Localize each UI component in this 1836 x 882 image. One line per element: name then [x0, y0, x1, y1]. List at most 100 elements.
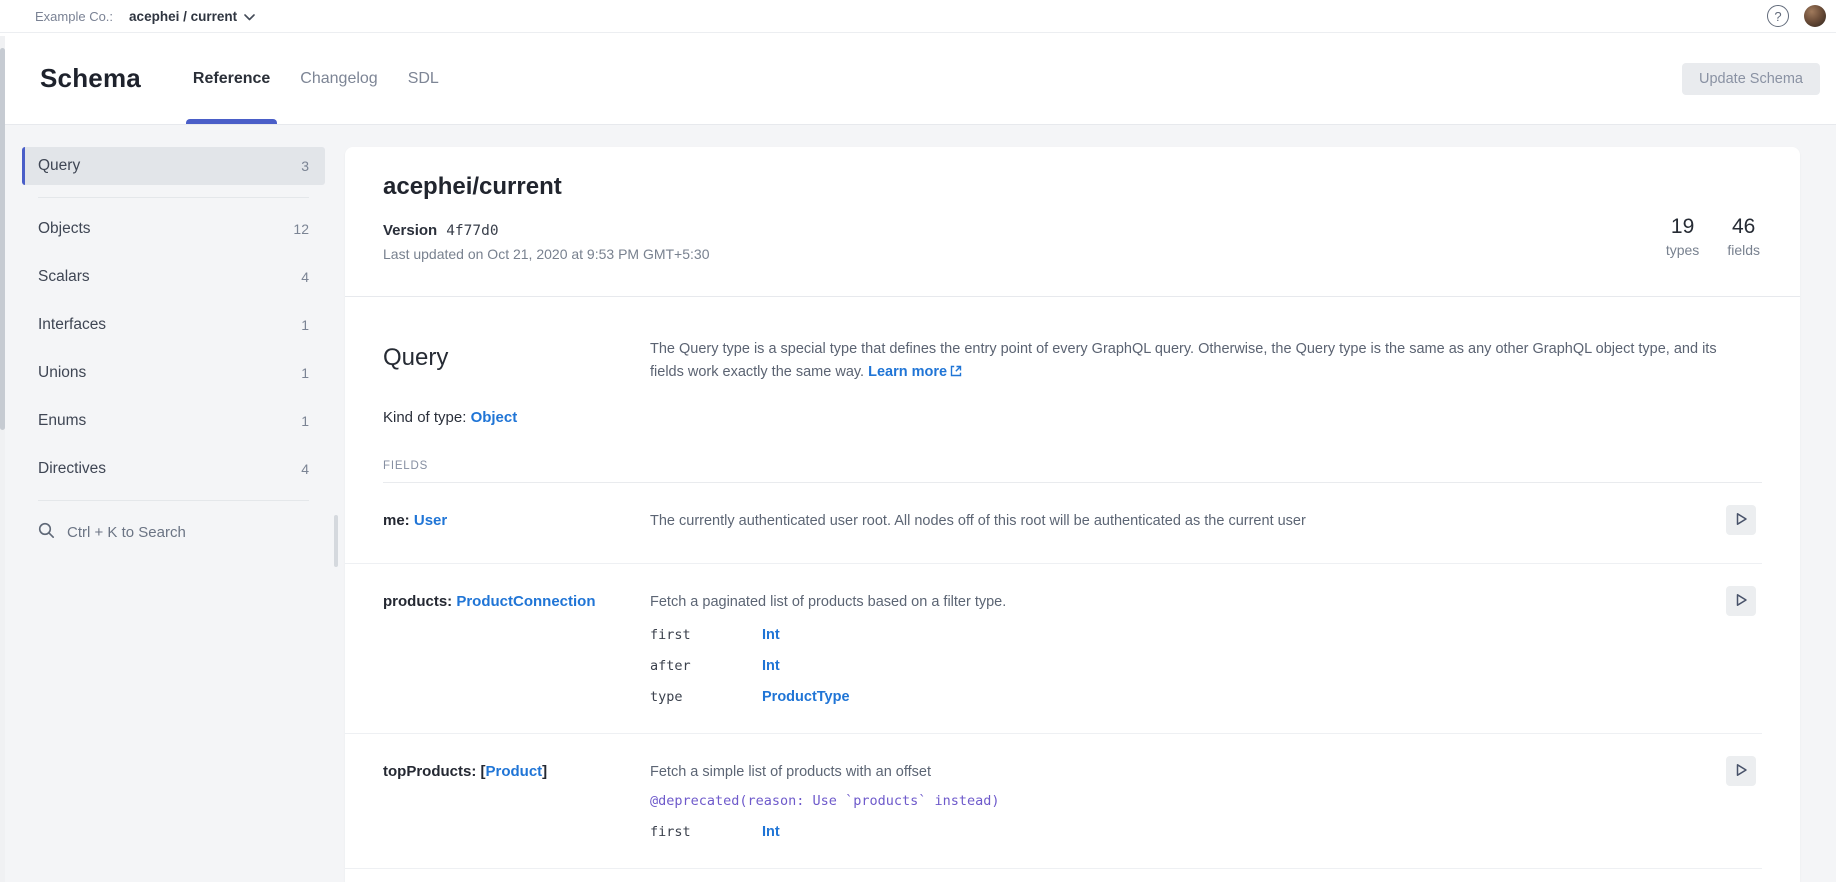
sidebar-item-scalars[interactable]: Scalars 4	[22, 258, 325, 296]
stat-fields: 46 fields	[1727, 215, 1760, 258]
stat-fields-value: 46	[1727, 215, 1760, 239]
schema-reference-panel: acephei/current Version 4f77d0 Last upda…	[345, 147, 1800, 882]
field-signature: me: User	[383, 511, 650, 531]
argument-row: first Int	[650, 824, 1706, 840]
field-row-topproducts: topProducts: [Product] Fetch a simple li…	[345, 734, 1762, 869]
sidebar-item-count: 3	[301, 158, 309, 174]
sidebar-item-directives[interactable]: Directives 4	[22, 450, 325, 488]
page-header: Schema Reference Changelog SDL Update Sc…	[0, 33, 1836, 125]
play-icon	[1733, 762, 1749, 781]
tab-sdl[interactable]: SDL	[408, 33, 439, 124]
sidebar-divider	[38, 197, 309, 198]
play-icon	[1733, 511, 1749, 530]
type-description-text: The Query type is a special type that de…	[650, 341, 1717, 380]
sidebar-item-interfaces[interactable]: Interfaces 1	[22, 306, 325, 344]
tab-reference-label: Reference	[193, 70, 270, 88]
content-area: Query 3 Objects 12 Scalars 4 Interfaces …	[0, 125, 1836, 882]
sidebar-item-unions[interactable]: Unions 1	[22, 354, 325, 392]
page-title: Schema	[40, 63, 141, 94]
field-name: topProducts:	[383, 763, 476, 780]
stat-fields-label: fields	[1727, 242, 1760, 258]
argument-type-link[interactable]: ProductType	[762, 689, 850, 705]
field-name: me:	[383, 512, 410, 529]
field-detail-column: Fetch a simple list of products with an …	[650, 762, 1706, 840]
update-schema-button[interactable]: Update Schema	[1682, 63, 1820, 95]
sidebar-item-label: Interfaces	[38, 316, 106, 334]
argument-row: type ProductType	[650, 689, 1706, 705]
sidebar-item-label: Directives	[38, 460, 106, 478]
sidebar-scrollbar-thumb[interactable]	[334, 515, 338, 567]
sidebar-item-query[interactable]: Query 3	[22, 147, 325, 185]
sidebar-item-count: 1	[301, 365, 309, 381]
schema-stats: 19 types 46 fields	[1666, 215, 1760, 258]
external-link-icon	[950, 362, 962, 385]
sidebar-item-count: 4	[301, 269, 309, 285]
help-icon[interactable]: ?	[1767, 5, 1789, 27]
chevron-down-icon	[244, 9, 255, 24]
sidebar-item-count: 12	[293, 221, 309, 237]
window-scrollbar-thumb[interactable]	[0, 48, 5, 430]
run-in-explorer-button[interactable]	[1726, 586, 1756, 616]
window-scrollbar-track[interactable]	[0, 36, 5, 882]
argument-name: after	[650, 658, 762, 674]
run-in-explorer-button[interactable]	[1726, 756, 1756, 786]
help-glyph: ?	[1774, 9, 1781, 24]
org-label: Example Co.:	[35, 9, 113, 24]
argument-name: first	[650, 627, 762, 643]
stat-types-label: types	[1666, 242, 1699, 258]
last-updated-text: Last updated on Oct 21, 2020 at 9:53 PM …	[383, 246, 1762, 262]
kind-of-type-row: Kind of type: Object	[345, 409, 1800, 426]
field-type-link[interactable]: User	[414, 512, 447, 529]
sidebar-item-label: Enums	[38, 412, 86, 430]
fields-section-label: FIELDS	[345, 460, 1800, 472]
sidebar-item-label: Query	[38, 157, 80, 175]
graph-title: acephei/current	[383, 173, 1762, 201]
graph-version-header: acephei/current Version 4f77d0 Last upda…	[345, 147, 1800, 297]
field-detail-column: Fetch a paginated list of products based…	[650, 592, 1706, 705]
argument-type-link[interactable]: Int	[762, 627, 780, 643]
kind-label: Kind of type:	[383, 409, 466, 426]
search-icon	[38, 522, 55, 543]
graph-selector-dropdown[interactable]: acephei / current	[129, 9, 255, 24]
run-in-explorer-button[interactable]	[1726, 505, 1756, 535]
argument-row: first Int	[650, 627, 1706, 643]
tab-reference[interactable]: Reference	[193, 33, 270, 124]
version-hash: 4f77d0	[446, 223, 498, 239]
sidebar-item-enums[interactable]: Enums 1	[22, 402, 325, 440]
sidebar-item-count: 1	[301, 413, 309, 429]
deprecated-directive: @deprecated(reason: Use `products` inste…	[650, 793, 1706, 809]
tab-bar: Reference Changelog SDL	[193, 33, 439, 124]
learn-more-label: Learn more	[868, 364, 947, 380]
type-summary-row: Query The Query type is a special type t…	[345, 297, 1800, 385]
field-signature: products: ProductConnection	[383, 592, 650, 612]
play-icon	[1733, 592, 1749, 611]
field-type-link[interactable]: Product	[486, 763, 543, 780]
field-description: Fetch a simple list of products with an …	[650, 762, 1706, 782]
tab-sdl-label: SDL	[408, 70, 439, 88]
schema-type-sidebar: Query 3 Objects 12 Scalars 4 Interfaces …	[22, 147, 325, 551]
sidebar-item-label: Objects	[38, 220, 91, 238]
stat-types-value: 19	[1666, 215, 1699, 239]
field-row-me: me: User The currently authenticated use…	[345, 483, 1762, 564]
graph-selector-label: acephei / current	[129, 9, 237, 24]
argument-type-link[interactable]: Int	[762, 824, 780, 840]
field-type-link[interactable]: ProductConnection	[456, 593, 595, 610]
top-bar: Example Co.: acephei / current ?	[0, 0, 1836, 33]
learn-more-link[interactable]: Learn more	[868, 364, 962, 380]
search-hint-label: Ctrl + K to Search	[67, 524, 186, 541]
type-name: Query	[383, 343, 650, 373]
field-signature: topProducts: [Product]	[383, 762, 650, 782]
argument-row: after Int	[650, 658, 1706, 674]
user-avatar[interactable]	[1804, 5, 1826, 27]
tab-changelog[interactable]: Changelog	[300, 33, 377, 124]
schema-search-trigger[interactable]: Ctrl + K to Search	[22, 513, 325, 551]
kind-value-link[interactable]: Object	[471, 409, 518, 426]
version-line: Version 4f77d0	[383, 222, 1762, 239]
app-window: Example Co.: acephei / current ? Schema …	[0, 0, 1836, 882]
field-row-products: products: ProductConnection Fetch a pagi…	[345, 564, 1762, 734]
field-description: Fetch a paginated list of products based…	[650, 592, 1706, 612]
field-description: The currently authenticated user root. A…	[650, 511, 1706, 531]
argument-name: first	[650, 824, 762, 840]
argument-type-link[interactable]: Int	[762, 658, 780, 674]
sidebar-item-objects[interactable]: Objects 12	[22, 210, 325, 248]
